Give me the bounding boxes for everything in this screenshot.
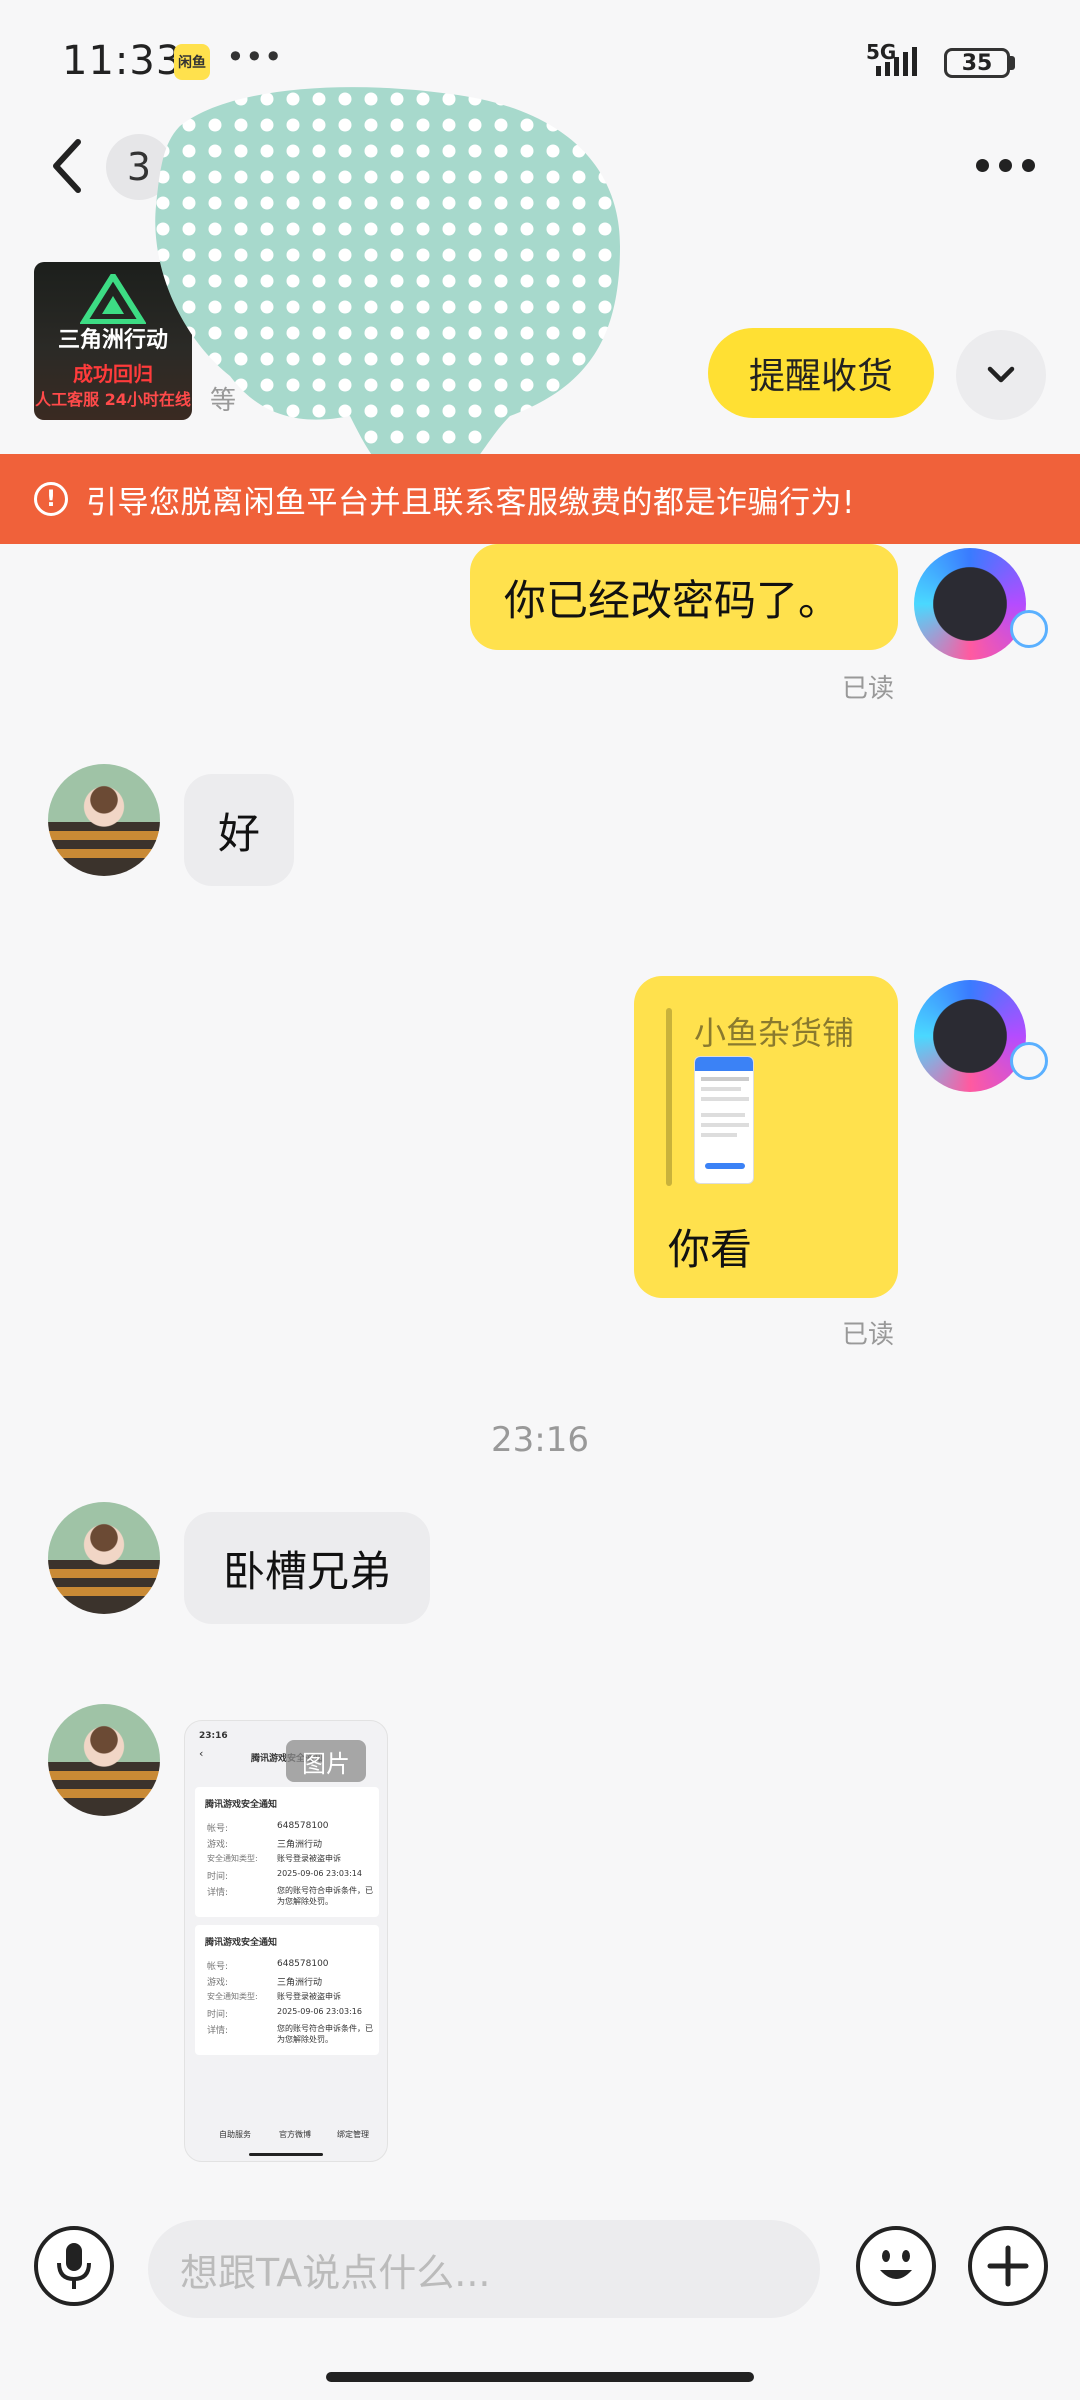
avatar-badge-icon — [1010, 610, 1048, 648]
redaction-mask — [155, 87, 620, 491]
fraud-warning-banner: ! 引导您脱离闲鱼平台并且联系客服缴费的都是诈骗行为! — [0, 454, 1080, 544]
screenshot-time: 23:16 — [199, 1731, 228, 1741]
battery-icon: 35 — [944, 48, 1010, 78]
status-time: 11:33 — [62, 38, 183, 84]
message-bubble-other[interactable]: 卧槽兄弟 — [184, 1512, 430, 1624]
app-notification-icon: 闲鱼 — [174, 44, 210, 80]
screenshot-footer-item: 自助服务 — [219, 2130, 251, 2139]
more-actions-button[interactable] — [968, 2226, 1048, 2306]
message-text: 卧槽兄弟 — [222, 1546, 391, 1596]
image-tag: 图片 — [286, 1740, 366, 1782]
microphone-icon — [57, 2243, 91, 2289]
quote-title: 小鱼杂货铺 — [694, 1014, 855, 1052]
chevron-down-icon — [987, 366, 1015, 383]
emoji-icon — [880, 2250, 912, 2279]
screenshot-home-indicator — [249, 2153, 323, 2156]
screenshot-card: 腾讯游戏安全通知 帐号: 648578100 游戏: 三角洲行动 安全通知类型:… — [195, 1925, 379, 2055]
screenshot-card: 腾讯游戏安全通知 帐号: 648578100 游戏: 三角洲行动 安全通知类型:… — [195, 1787, 379, 1917]
voice-input-button[interactable] — [34, 2226, 114, 2306]
screenshot-footer-item: 绑定管理 — [337, 2130, 369, 2139]
message-bubble-self[interactable]: 你已经改密码了。 — [470, 544, 898, 650]
home-indicator[interactable] — [326, 2372, 754, 2382]
read-status: 已读 — [842, 674, 895, 704]
contact-avatar[interactable] — [48, 764, 160, 876]
plus-icon — [987, 2245, 1029, 2287]
back-icon[interactable] — [44, 134, 94, 198]
status-more-indicator: ••• — [226, 38, 283, 76]
my-avatar[interactable] — [914, 980, 1026, 1092]
quoted-image-thumbnail[interactable] — [694, 1056, 754, 1184]
message-text: 你已经改密码了。 — [504, 575, 841, 625]
avatar-badge-icon — [1010, 1042, 1048, 1080]
game-logo-icon — [80, 274, 146, 324]
warning-icon: ! — [34, 482, 68, 516]
message-text: 好 — [217, 808, 260, 858]
contact-avatar[interactable] — [48, 1502, 160, 1614]
contact-avatar[interactable] — [48, 1704, 160, 1816]
image-message[interactable]: 23:16 ‹ 腾讯游戏安全通知 腾讯游戏安全通知 帐号: 648578100 … — [184, 1720, 388, 2162]
screenshot-back-icon: ‹ — [199, 1747, 204, 1760]
signal-icon — [876, 47, 917, 76]
time-separator: 23:16 — [491, 1420, 589, 1460]
warning-text: 引导您脱离闲鱼平台并且联系客服缴费的都是诈骗行为! — [86, 484, 855, 521]
emoji-button[interactable] — [856, 2226, 936, 2306]
message-bubble-other[interactable]: 好 — [184, 774, 294, 886]
more-options-icon[interactable] — [976, 150, 1038, 180]
read-status: 已读 — [842, 1320, 895, 1350]
quote-bar — [666, 1008, 672, 1186]
remind-receipt-button[interactable]: 提醒收货 — [708, 328, 934, 418]
my-avatar[interactable] — [914, 548, 1026, 660]
screenshot-footer-item: 官方微博 — [279, 2130, 311, 2139]
message-text: 你看 — [668, 1225, 753, 1274]
expand-button[interactable] — [956, 330, 1046, 420]
message-input[interactable]: 想跟TA说点什么... — [148, 2220, 820, 2318]
battery-tip — [1010, 56, 1015, 70]
